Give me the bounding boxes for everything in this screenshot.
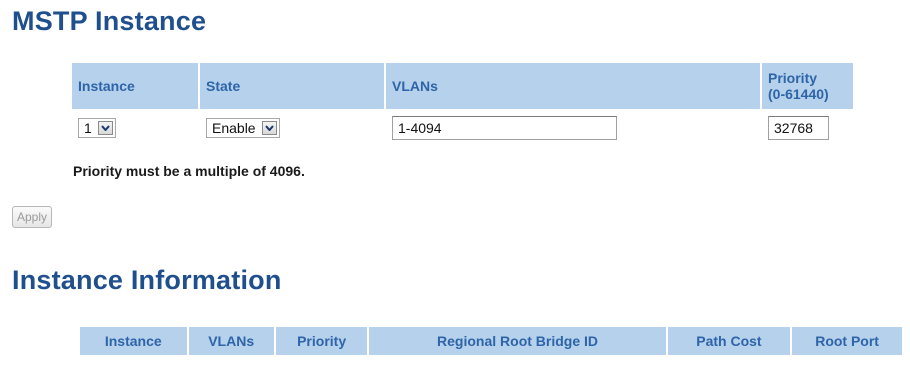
col-header-priority: Priority (0-61440) bbox=[762, 63, 853, 109]
col-header-instance: Instance bbox=[72, 63, 198, 109]
info-col-header-regional-root-bridge-id: Regional Root Bridge ID bbox=[369, 327, 666, 355]
priority-input[interactable] bbox=[768, 116, 829, 140]
col-header-priority-label: Priority bbox=[768, 70, 818, 86]
vlans-input[interactable] bbox=[392, 116, 617, 140]
mstp-instance-table: Instance State VLANs Priority (0-61440) … bbox=[70, 61, 855, 147]
instance-cell: 1 bbox=[72, 111, 198, 145]
col-header-state: State bbox=[200, 63, 384, 109]
info-col-header-instance: Instance bbox=[80, 327, 187, 355]
vlans-cell bbox=[386, 111, 760, 145]
state-cell: Enable bbox=[200, 111, 384, 145]
instance-select[interactable]: 1 bbox=[78, 118, 116, 138]
col-header-vlans: VLANs bbox=[386, 63, 760, 109]
priority-note: Priority must be a multiple of 4096. bbox=[73, 163, 305, 179]
chevron-down-icon[interactable] bbox=[97, 121, 113, 135]
info-col-header-vlans: VLANs bbox=[188, 327, 274, 355]
info-col-header-root-port: Root Port bbox=[792, 327, 902, 355]
apply-button[interactable]: Apply bbox=[12, 206, 53, 228]
info-col-header-path-cost: Path Cost bbox=[667, 327, 791, 355]
page-title-instance-information: Instance Information bbox=[12, 265, 282, 295]
instance-select-value: 1 bbox=[84, 120, 92, 136]
info-header-row: Instance VLANs Priority Regional Root Br… bbox=[80, 327, 902, 355]
priority-cell bbox=[762, 111, 853, 145]
info-col-header-priority: Priority bbox=[275, 327, 368, 355]
col-header-priority-range: (0-61440) bbox=[768, 86, 829, 102]
state-select-value: Enable bbox=[212, 120, 256, 136]
chevron-down-icon[interactable] bbox=[261, 121, 277, 135]
mstp-header-row: Instance State VLANs Priority (0-61440) bbox=[72, 63, 853, 109]
state-select[interactable]: Enable bbox=[206, 118, 280, 138]
instance-information-table: Instance VLANs Priority Regional Root Br… bbox=[78, 325, 904, 357]
mstp-config-row: 1 Enable bbox=[72, 111, 853, 145]
page-title-mstp-instance: MSTP Instance bbox=[12, 6, 207, 36]
